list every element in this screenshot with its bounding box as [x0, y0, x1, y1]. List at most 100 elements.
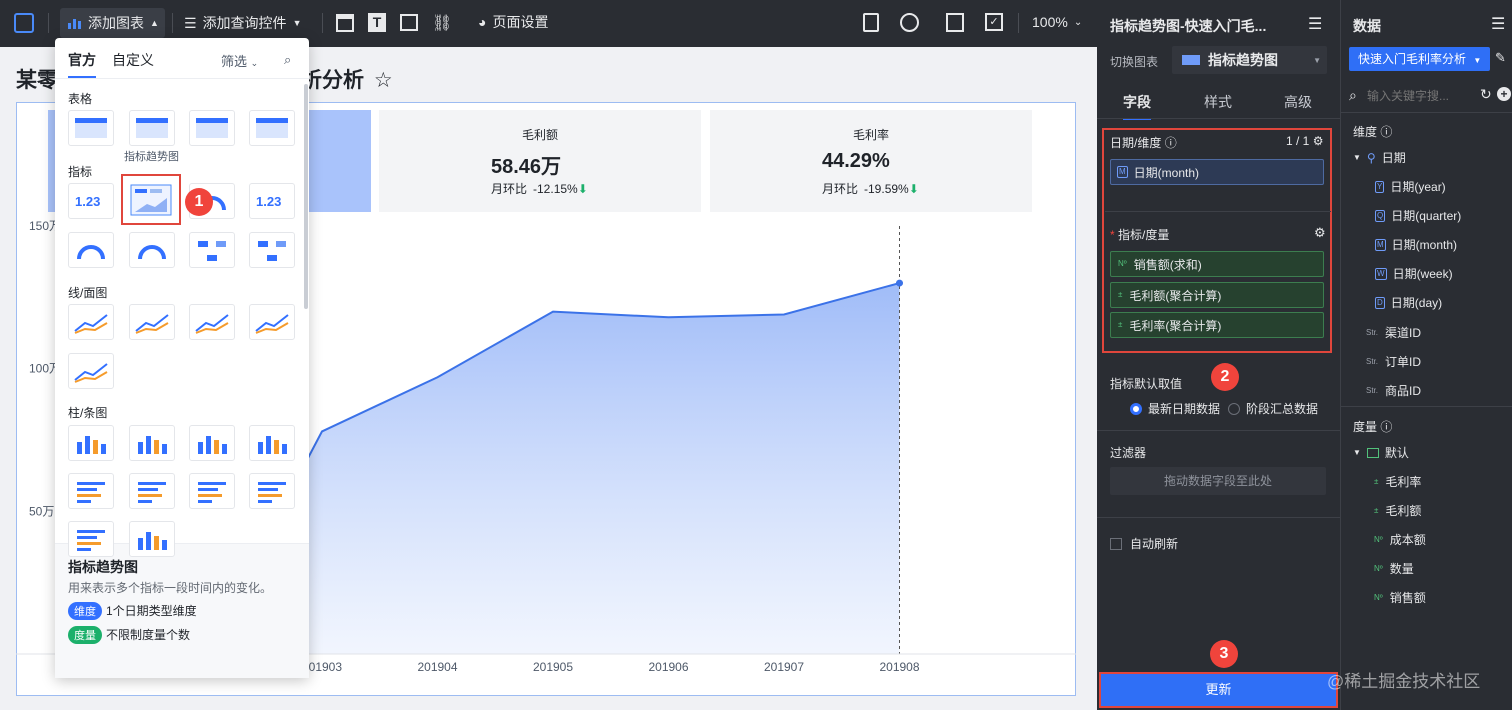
filter-dropdown[interactable]: 筛选 ⌄ — [221, 51, 258, 70]
radio-sum-label: 阶段汇总数据 — [1246, 402, 1319, 416]
chevron-down-icon: ⌄ — [1073, 16, 1083, 28]
checklist-icon[interactable]: ✓ — [985, 13, 1003, 31]
bar-chart-tile[interactable] — [189, 425, 235, 461]
line-chart-tile[interactable] — [129, 304, 175, 340]
hbar-chart-tile[interactable] — [249, 473, 295, 509]
search-icon[interactable]: ⌕ — [284, 52, 291, 68]
mea-field-sales[interactable]: Nº 销售额(求和) — [1110, 251, 1324, 277]
update-label: 更新 — [1205, 682, 1232, 697]
x-tick-label: 201905 — [533, 660, 573, 674]
line-chart-tile[interactable] — [249, 304, 295, 340]
x-tick-label: 201908 — [879, 660, 919, 674]
measure-field-item[interactable]: Nº 数量 — [1373, 560, 1414, 577]
date-field-item[interactable]: Q 日期(quarter) — [1375, 207, 1461, 224]
divider — [1018, 13, 1019, 33]
zoom-select[interactable]: 100% ⌄ — [1032, 14, 1082, 30]
line-chart-tile[interactable] — [68, 304, 114, 340]
add-chart-button[interactable]: 添加图表 ▲ — [60, 8, 165, 38]
selected-tile-highlight[interactable] — [121, 174, 181, 225]
update-button[interactable]: 更新 — [1099, 672, 1338, 708]
report-icon[interactable] — [863, 13, 879, 32]
add-icon[interactable]: + — [1497, 87, 1511, 101]
radio-sum[interactable]: 阶段汇总数据 — [1228, 400, 1318, 417]
kpi-chart-tile[interactable]: 1.23 — [68, 183, 114, 219]
measure-field-item[interactable]: Nº 销售额 — [1373, 589, 1426, 606]
data-panel: 数据 ☰ 快速入门毛利率分析 ▼ ✎ ⌕ ↻ + 维度 ⓘ ▼⚲日期 度量 ⓘ … — [1327, 0, 1512, 710]
mea-field-gross-profit[interactable]: ± 毛利额(聚合计算) — [1110, 282, 1324, 308]
link-icon[interactable]: ⛓ — [432, 13, 452, 33]
query-icon: ☰ — [184, 14, 197, 31]
collapse-panel-icon[interactable]: ☰ — [1491, 14, 1505, 34]
hbar-chart-tile[interactable] — [129, 473, 175, 509]
string-field-item[interactable]: Str. 商品ID — [1365, 382, 1421, 399]
dashboard-icon[interactable] — [900, 13, 919, 32]
chart-config-panel: 指标趋势图-快速入门毛... ☰ 切换图表 指标趋势图 ▼ 字段 样式 高级 日… — [1097, 0, 1340, 710]
collapse-panel-icon[interactable]: ☰ — [1308, 14, 1322, 34]
bar-chart-tile[interactable] — [129, 521, 175, 557]
line-chart-tile[interactable] — [189, 304, 235, 340]
kpi-card-gross-margin[interactable]: 毛利率 44.29% 月环比 -19.59%⬇ — [710, 110, 1032, 212]
image-icon[interactable] — [400, 14, 418, 31]
tree-chart-tile[interactable] — [249, 232, 295, 268]
tab-official[interactable]: 官方 — [68, 50, 96, 78]
kpi-chart-tile[interactable]: 1.23 — [249, 183, 295, 219]
date-field-item[interactable]: W 日期(week) — [1375, 265, 1453, 282]
string-field-label: 商品ID — [1385, 384, 1422, 398]
bar-chart-tile[interactable] — [68, 425, 114, 461]
auto-refresh-checkbox[interactable]: 自动刷新 — [1110, 535, 1178, 552]
line-chart-tile[interactable] — [68, 353, 114, 389]
page-settings-button[interactable]: ◕ 页面设置 — [478, 12, 548, 32]
date-field-item[interactable]: D 日期(day) — [1375, 294, 1442, 311]
gauge-chart-tile[interactable] — [68, 232, 114, 268]
date-field-item[interactable]: Y 日期(year) — [1375, 178, 1446, 195]
layout-icon[interactable] — [946, 13, 964, 32]
table-chart-tile[interactable] — [129, 110, 175, 146]
caret-down-icon: ▼ — [292, 18, 302, 28]
radio-latest[interactable]: 最新日期数据 — [1130, 400, 1220, 417]
star-icon[interactable]: ☆ — [374, 69, 393, 92]
switch-chart-select[interactable]: 指标趋势图 ▼ — [1172, 46, 1327, 74]
bar-chart-tile[interactable] — [129, 425, 175, 461]
hbar-chart-tile[interactable] — [68, 473, 114, 509]
field-search-input[interactable] — [1367, 87, 1477, 105]
table-chart-tile[interactable] — [68, 110, 114, 146]
gear-icon[interactable]: ⚙ — [1313, 134, 1324, 148]
hbar-chart-tile[interactable] — [68, 521, 114, 557]
tab-advanced[interactable]: 高级 — [1284, 92, 1312, 112]
text-icon[interactable]: T — [368, 13, 386, 32]
tab-custom[interactable]: 自定义 — [112, 50, 154, 78]
dimension-header-text: 维度 — [1353, 125, 1378, 139]
tab-fields[interactable]: 字段 — [1123, 92, 1151, 120]
dataset-select[interactable]: 快速入门毛利率分析 ▼ — [1349, 47, 1490, 71]
mea-field-gross-margin[interactable]: ± 毛利率(聚合计算) — [1110, 312, 1324, 338]
string-field-item[interactable]: Str. 订单ID — [1365, 353, 1421, 370]
measure-field-item[interactable]: Nº 成本额 — [1373, 531, 1426, 548]
measure-field-item[interactable]: ± 毛利额 — [1373, 502, 1421, 519]
measure-field-item[interactable]: ± 毛利率 — [1373, 473, 1421, 490]
popup-scrollbar[interactable] — [304, 84, 308, 309]
filter-drop-zone[interactable]: 拖动数据字段至此处 — [1110, 467, 1326, 495]
date-field-item[interactable]: M 日期(month) — [1375, 236, 1457, 253]
hbar-chart-tile[interactable] — [189, 473, 235, 509]
add-query-control-button[interactable]: ☰ 添加查询控件 ▼ — [184, 8, 301, 38]
divider — [1105, 211, 1331, 212]
app-logo-icon[interactable] — [14, 13, 34, 33]
date-group[interactable]: ▼ ⚲ 日期 — [1353, 149, 1406, 166]
data-point[interactable] — [896, 279, 903, 287]
edit-icon[interactable]: ✎ — [1495, 50, 1506, 66]
table-chart-tile[interactable] — [249, 110, 295, 146]
bar-chart-tile[interactable] — [249, 425, 295, 461]
tree-chart-tile[interactable] — [189, 232, 235, 268]
tab-style[interactable]: 样式 — [1204, 92, 1232, 112]
table-chart-tile[interactable] — [189, 110, 235, 146]
string-field-item[interactable]: Str. 渠道ID — [1365, 324, 1421, 341]
measure-group[interactable]: ▼ 默认 — [1353, 444, 1409, 461]
dim-field-month[interactable]: M 日期(month) — [1110, 159, 1324, 185]
kpi-card-gross-profit[interactable]: 毛利额 58.46万 月环比 -12.15%⬇ — [379, 110, 701, 212]
date-field-label: 日期(day) — [1390, 296, 1443, 310]
gauge-chart-tile[interactable] — [129, 232, 175, 268]
tab-component-icon[interactable] — [336, 14, 354, 32]
refresh-icon[interactable]: ↻ — [1480, 86, 1492, 103]
line-chart-icon — [74, 314, 108, 334]
gear-icon[interactable]: ⚙ — [1314, 225, 1326, 241]
